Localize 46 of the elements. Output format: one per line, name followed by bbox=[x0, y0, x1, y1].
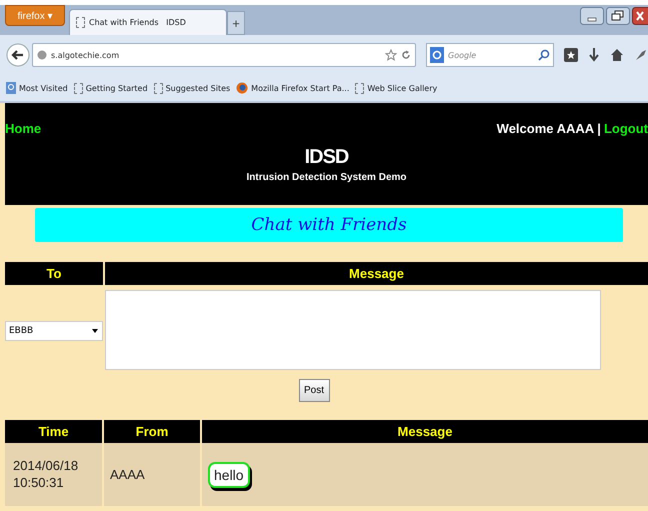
column-header: To bbox=[5, 262, 103, 285]
new-tab-button[interactable]: + bbox=[227, 11, 245, 35]
search-engine-icon bbox=[430, 47, 444, 63]
page-icon bbox=[76, 17, 85, 28]
minimize-icon[interactable] bbox=[580, 7, 604, 25]
bookmark-item[interactable]: Suggested Sites bbox=[154, 82, 230, 94]
caret-icon bbox=[92, 329, 98, 333]
download-icon[interactable] bbox=[588, 47, 600, 63]
column-header: Time bbox=[5, 420, 102, 443]
addon-icon[interactable] bbox=[634, 48, 648, 62]
message-field[interactable] bbox=[105, 290, 601, 370]
bookmark-item[interactable]: Web Slice Gallery bbox=[355, 82, 438, 94]
page-icon bbox=[355, 82, 364, 94]
search-icon[interactable] bbox=[538, 49, 550, 61]
home-icon[interactable] bbox=[610, 48, 624, 62]
home-link[interactable]: Home bbox=[5, 121, 42, 136]
column-header: Message bbox=[202, 420, 648, 443]
close-icon[interactable] bbox=[632, 7, 648, 25]
firefox-icon bbox=[236, 82, 248, 94]
page-banner: Chat with Friends bbox=[35, 208, 623, 242]
page-icon bbox=[154, 82, 163, 94]
bookmarks-icon[interactable] bbox=[564, 48, 578, 62]
search-field[interactable]: Google bbox=[426, 43, 554, 67]
bookmark-item[interactable]: Most Visited bbox=[6, 82, 68, 94]
bookmark-item[interactable]: Getting Started bbox=[74, 82, 148, 94]
restore-icon[interactable] bbox=[606, 7, 630, 25]
back-icon[interactable] bbox=[6, 43, 30, 67]
site-title: IDSD bbox=[304, 146, 348, 169]
site-subtitle: Intrusion Detection System Demo bbox=[246, 172, 407, 183]
globe-icon bbox=[37, 50, 47, 60]
magnifier-icon bbox=[6, 82, 16, 94]
tab-title: Chat with Friends IDSD bbox=[89, 18, 186, 27]
column-header: From bbox=[104, 420, 200, 443]
post-button[interactable]: Post bbox=[298, 379, 330, 402]
star-icon[interactable] bbox=[385, 49, 397, 61]
address-bar[interactable]: s.algotechie.com bbox=[32, 43, 416, 67]
page-icon bbox=[74, 82, 83, 94]
bookmark-item[interactable]: Mozilla Firefox Start Pa... bbox=[236, 82, 350, 94]
browser-tab[interactable]: Chat with Friends IDSD bbox=[69, 9, 227, 35]
table-cell-text: 2014/06/18 10:50:31 bbox=[12, 458, 77, 492]
recipient-dropdown[interactable]: EBBB bbox=[5, 321, 103, 341]
column-header: Message bbox=[105, 262, 648, 285]
welcome-text: Welcome AAAA | bbox=[496, 121, 601, 136]
reload-icon[interactable] bbox=[401, 50, 411, 60]
logout-link[interactable]: Logout bbox=[604, 121, 648, 136]
table-cell: AAAA bbox=[104, 443, 200, 506]
